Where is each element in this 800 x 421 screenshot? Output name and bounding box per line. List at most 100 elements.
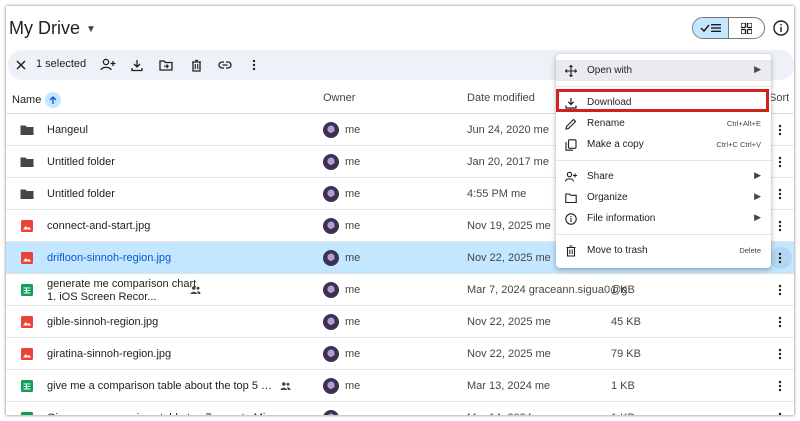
menu-item-move-to-trash[interactable]: Move to trash Delete: [556, 240, 771, 261]
trash-icon: [191, 59, 201, 72]
divider: [556, 234, 771, 235]
move-button[interactable]: [158, 57, 174, 73]
move-folder-icon: [159, 60, 173, 71]
owner-column-header[interactable]: Owner: [323, 92, 355, 104]
image-file-icon: [21, 252, 33, 264]
file-size: 45 KB: [611, 316, 641, 328]
file-size: 1 KB: [611, 412, 635, 415]
file-name: drifloon-sinnoh-region.jpg: [47, 252, 172, 264]
avatar: [323, 378, 339, 394]
file-name: Give me a comparison table top 7 apps to…: [47, 412, 277, 415]
selected-count: 1 selected: [36, 58, 87, 70]
clear-selection-button[interactable]: [13, 57, 29, 73]
date-modified: Jan 20, 2017 me: [467, 156, 549, 168]
table-row[interactable]: Give me a comparison table top 7 apps to…: [6, 402, 794, 415]
divider: [556, 160, 771, 161]
copy-link-button[interactable]: [217, 57, 233, 73]
move-to-trash-shortcut: Delete: [739, 246, 761, 255]
chevron-right-icon: ▶: [754, 170, 761, 180]
avatar: [323, 314, 339, 330]
table-row[interactable]: generate me comparison chart 1. iOS Scree…: [6, 274, 794, 306]
trash-button[interactable]: [188, 57, 204, 73]
more-vert-icon[interactable]: [776, 155, 784, 169]
more-vert-icon[interactable]: [776, 283, 784, 297]
name-column-header[interactable]: Name: [12, 92, 62, 108]
menu-item-file-information[interactable]: File information ▶: [556, 208, 771, 229]
owner: me: [345, 380, 361, 392]
make-copy-label: Make a copy: [587, 139, 644, 150]
divider: [556, 86, 771, 87]
image-file-icon: [21, 316, 33, 328]
more-vert-icon[interactable]: [776, 315, 784, 329]
date-modified: Nov 22, 2025 me: [467, 252, 551, 264]
view-toggle: [692, 17, 765, 39]
date-modified: Nov 22, 2025 me: [467, 348, 551, 360]
shared-icon: [280, 381, 291, 391]
menu-item-organize[interactable]: Organize ▶: [556, 187, 771, 208]
owner: me: [345, 188, 361, 200]
more-vert-icon[interactable]: [776, 379, 784, 393]
menu-item-open-with[interactable]: Open with ▶: [556, 60, 771, 81]
chevron-right-icon: ▶: [754, 64, 761, 74]
file-size: 79 KB: [611, 348, 641, 360]
add-person-icon: [565, 171, 577, 182]
table-row[interactable]: gible-sinnoh-region.jpg me Nov 22, 2025 me…: [6, 306, 794, 338]
file-name: give me a comparison table about the top…: [47, 380, 277, 392]
menu-item-make-copy[interactable]: Make a copy Ctrl+C Ctrl+V: [556, 134, 771, 155]
list-view-button[interactable]: [693, 18, 729, 38]
avatar: [323, 218, 339, 234]
file-name: connect-and-start.jpg: [47, 220, 151, 232]
drive-window: My Drive ▼ 1 selected Name Owner Date mo…: [6, 6, 794, 415]
share-button[interactable]: [100, 57, 116, 73]
owner: me: [345, 316, 361, 328]
grid-icon: [741, 22, 752, 34]
owner: me: [345, 412, 360, 415]
menu-item-rename[interactable]: Rename Ctrl+Alt+E: [556, 113, 771, 134]
more-vert-icon[interactable]: [776, 251, 784, 265]
avatar: [323, 410, 339, 415]
name-column-label: Name: [12, 94, 42, 106]
download-button[interactable]: [129, 57, 145, 73]
owner: me: [345, 252, 361, 264]
grid-view-button[interactable]: [729, 18, 764, 38]
link-icon: [218, 61, 232, 69]
download-icon: [131, 59, 143, 71]
download-highlight-box: [556, 89, 769, 112]
more-vert-icon[interactable]: [776, 411, 784, 415]
chevron-right-icon: ▶: [754, 212, 761, 222]
avatar: [323, 250, 339, 266]
date-modified: Jun 24, 2020 me: [467, 124, 549, 136]
owner: me: [345, 124, 361, 136]
file-name: Hangeul: [47, 124, 88, 136]
avatar: [323, 346, 339, 362]
more-vert-icon[interactable]: [776, 187, 784, 201]
pencil-icon: [565, 118, 577, 130]
date-modified: 4:55 PM me: [467, 188, 527, 200]
date-modified: Mar 13, 2024 me: [467, 380, 551, 392]
title-row: My Drive ▼: [6, 6, 794, 50]
rename-shortcut: Ctrl+Alt+E: [726, 119, 761, 128]
image-file-icon: [21, 348, 33, 360]
more-vert-icon[interactable]: [776, 123, 784, 137]
file-size: 1 KB: [611, 284, 635, 296]
more-vert-icon[interactable]: [776, 219, 784, 233]
table-row[interactable]: giratina-sinnoh-region.jpg me Nov 22, 2025…: [6, 338, 794, 370]
date-column-header[interactable]: Date modified: [467, 92, 535, 104]
organize-label: Organize: [587, 192, 628, 203]
file-name: gible-sinnoh-region.jpg: [47, 316, 159, 328]
check-list-icon: [699, 24, 721, 33]
more-vert-icon[interactable]: [776, 347, 784, 361]
file-information-label: File information: [587, 213, 656, 224]
info-button[interactable]: [772, 19, 790, 37]
menu-item-share[interactable]: Share ▶: [556, 166, 771, 187]
avatar: [323, 282, 339, 298]
more-actions-button[interactable]: [246, 57, 262, 73]
avatar: [323, 122, 339, 138]
rename-label: Rename: [587, 118, 625, 129]
table-row[interactable]: give me a comparison table about the top…: [6, 370, 794, 402]
spreadsheet-icon: [21, 380, 33, 392]
sort-ascending-icon[interactable]: [45, 92, 62, 108]
folder-icon: [20, 189, 34, 199]
my-drive-dropdown[interactable]: My Drive ▼: [9, 18, 96, 39]
sort-button[interactable]: Sort: [769, 92, 789, 104]
